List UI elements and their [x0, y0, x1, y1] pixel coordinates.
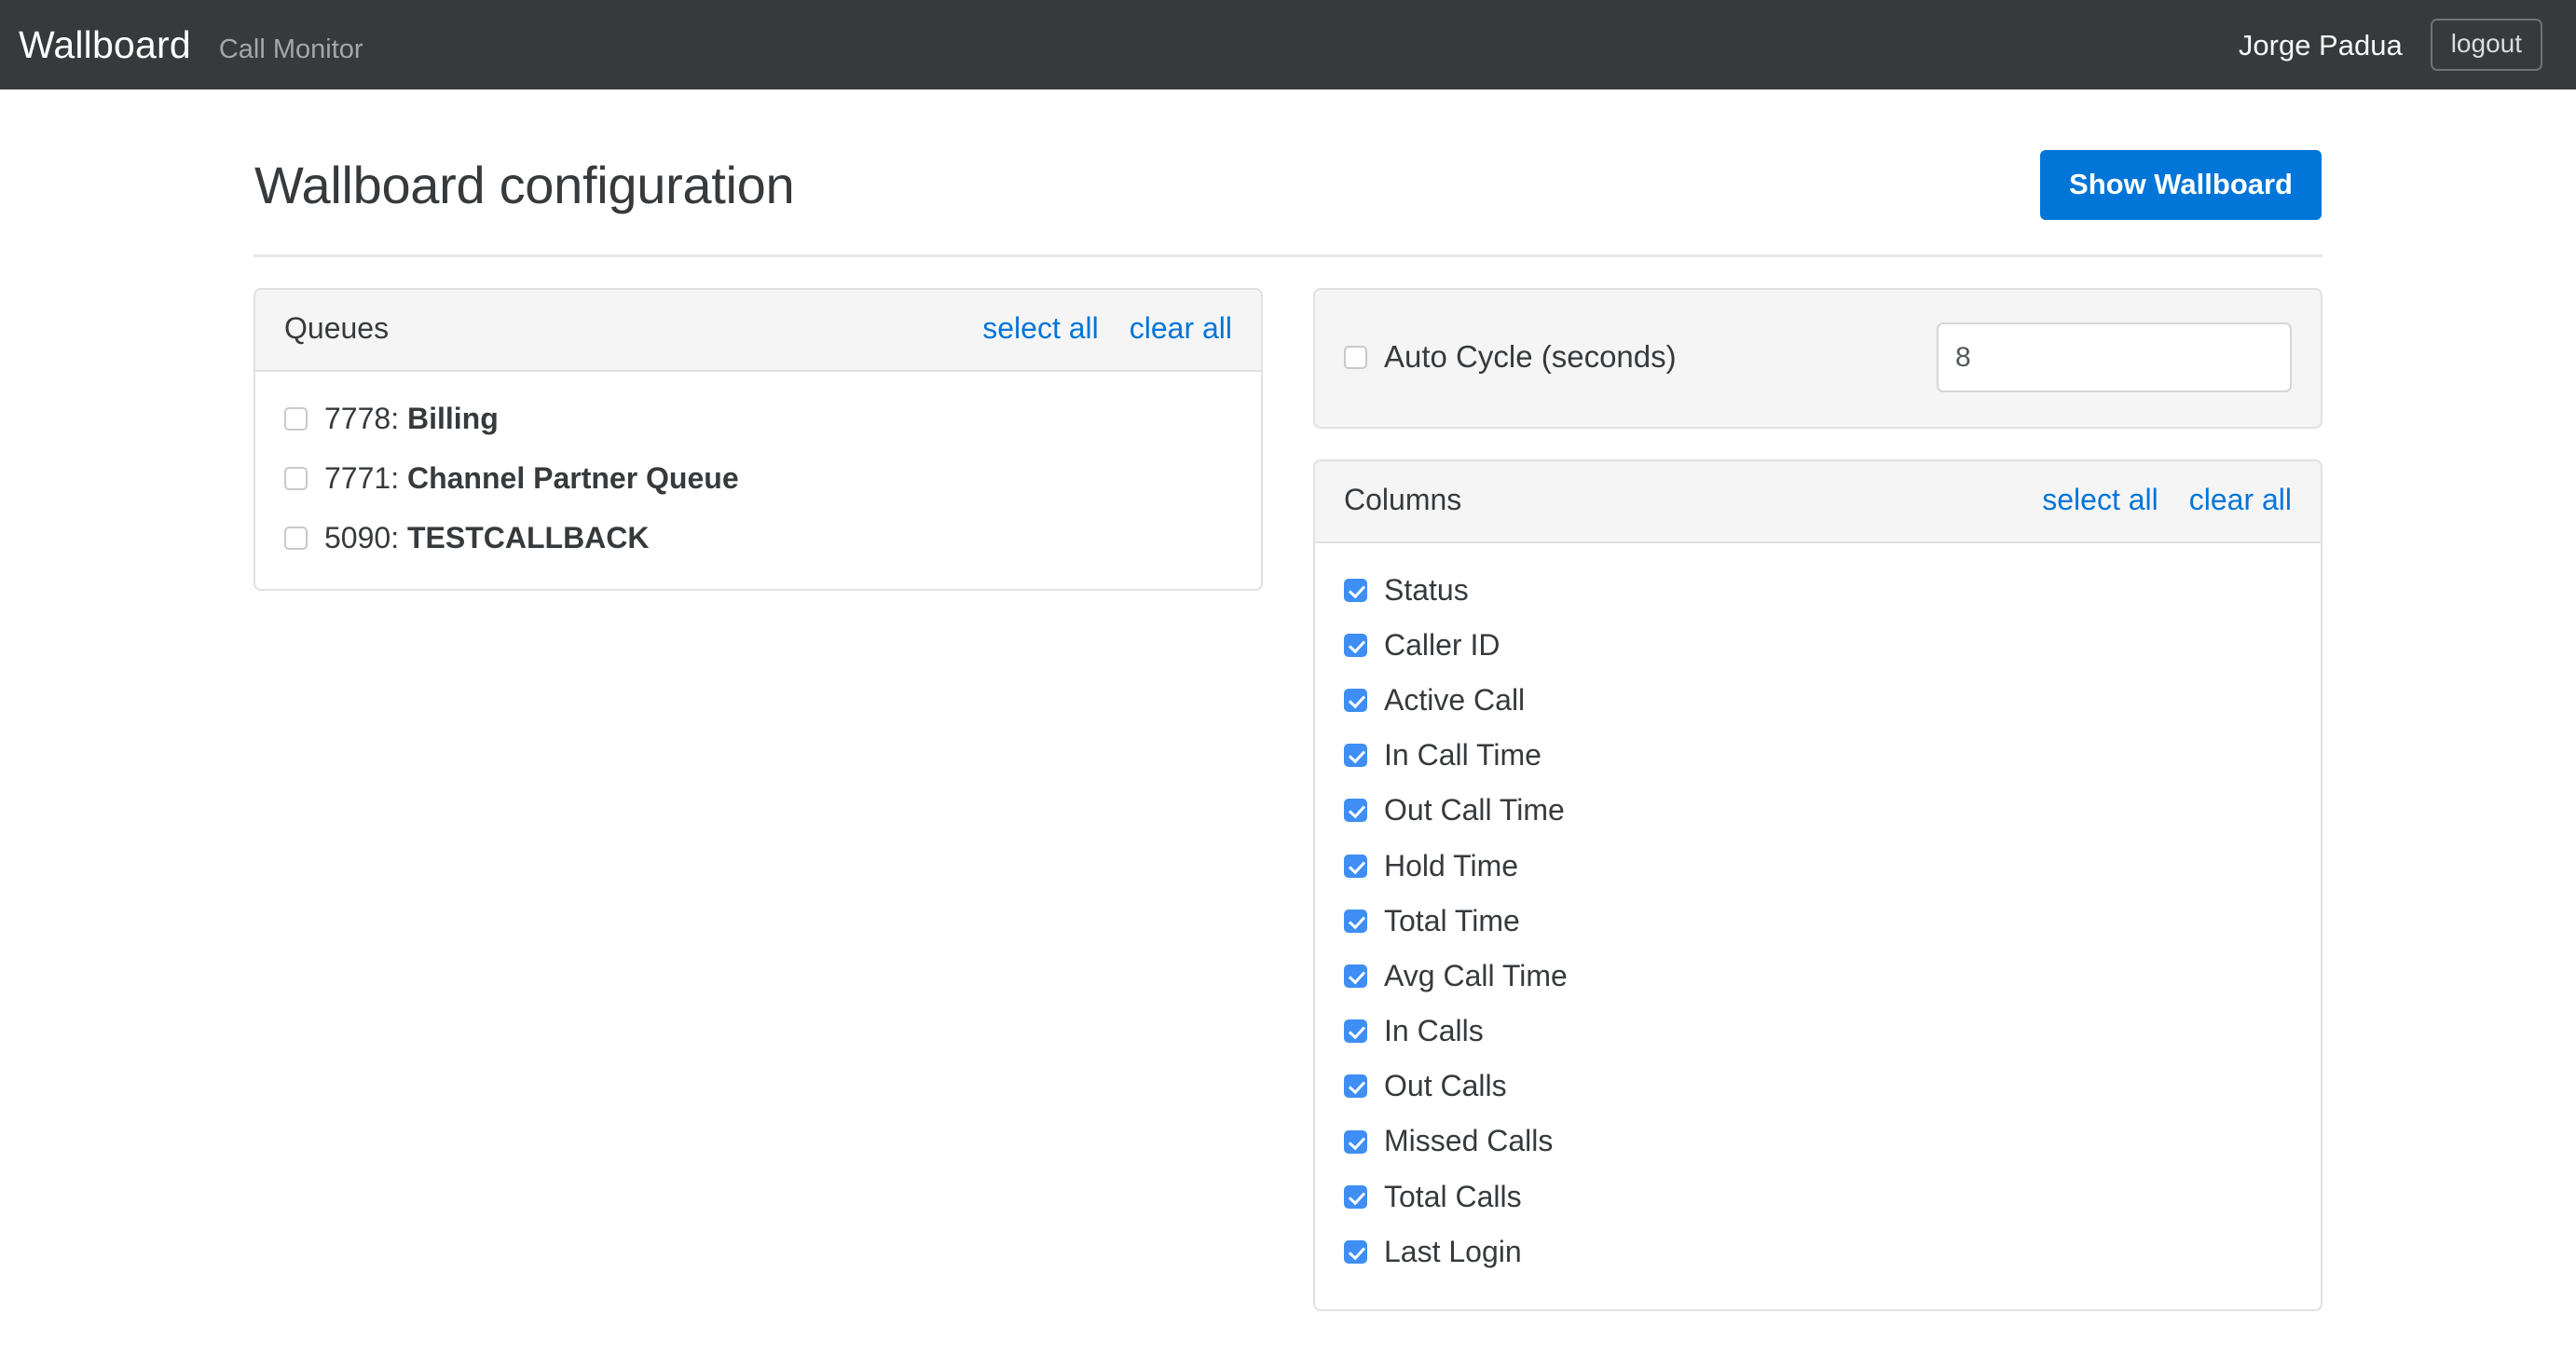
queues-card: Queues select all clear all 7778: Billin… — [253, 288, 1263, 592]
column-item-label: Total Calls — [1384, 1179, 1522, 1213]
columns-card: Columns select all clear all Status Call… — [1313, 459, 2323, 1312]
column-checkbox-icon[interactable] — [1344, 578, 1367, 602]
column-item-label: Active Call — [1384, 682, 1526, 717]
queue-item-label: 7771: Channel Partner Queue — [324, 460, 739, 495]
column-list-item[interactable]: In Call Time — [1344, 735, 2292, 775]
column-list-item[interactable]: Caller ID — [1344, 625, 2292, 665]
column-list-item[interactable]: Avg Call Time — [1344, 956, 2292, 996]
column-checkbox-icon[interactable] — [1344, 964, 1367, 988]
page-container: Wallboard configuration Show Wallboard Q… — [253, 89, 2323, 1312]
config-grid: Queues select all clear all 7778: Billin… — [253, 288, 2323, 1312]
column-list-item[interactable]: Out Call Time — [1344, 790, 2292, 830]
column-checkbox-icon[interactable] — [1344, 633, 1367, 657]
columns-card-body: Status Caller ID Active Call In Call Tim… — [1315, 543, 2321, 1309]
right-column: Auto Cycle (seconds) Columns select all … — [1313, 288, 2323, 1312]
navbar-right-group: Jorge Padua logout — [2239, 19, 2542, 71]
column-checkbox-icon[interactable] — [1344, 909, 1367, 933]
column-list-item[interactable]: Last Login — [1344, 1232, 2292, 1272]
column-item-label: In Calls — [1384, 1014, 1484, 1048]
header-divider — [253, 254, 2323, 257]
queue-list-item[interactable]: 7771: Channel Partner Queue — [284, 458, 1232, 499]
column-checkbox-icon[interactable] — [1344, 1074, 1367, 1099]
queue-checkbox-icon[interactable] — [284, 527, 308, 551]
column-checkbox-icon[interactable] — [1344, 1184, 1367, 1209]
columns-select-all-link[interactable]: select all — [2042, 481, 2158, 520]
queue-list-item[interactable]: 5090: TESTCALLBACK — [284, 518, 1232, 558]
column-item-label: Last Login — [1384, 1234, 1522, 1268]
column-checkbox-icon[interactable] — [1344, 1239, 1367, 1264]
queues-card-header: Queues select all clear all — [255, 290, 1261, 372]
show-wallboard-button[interactable]: Show Wallboard — [2040, 150, 2322, 220]
column-list-item[interactable]: Status — [1344, 570, 2292, 610]
top-navbar: Wallboard Call Monitor Jorge Padua logou… — [0, 0, 2576, 89]
brand-logo-link[interactable]: Wallboard — [19, 25, 191, 64]
column-item-label: Out Call Time — [1384, 793, 1565, 828]
columns-clear-all-link[interactable]: clear all — [2189, 481, 2292, 520]
column-item-label: Caller ID — [1384, 627, 1500, 662]
columns-actions: select all clear all — [2042, 481, 2292, 520]
auto-cycle-label: Auto Cycle (seconds) — [1384, 339, 1677, 375]
column-list-item[interactable]: Total Time — [1344, 901, 2292, 941]
auto-cycle-checkbox-icon[interactable] — [1344, 345, 1367, 369]
column-list-item[interactable]: Out Calls — [1344, 1066, 2292, 1106]
queues-actions: select all clear all — [982, 309, 1232, 349]
column-list-item[interactable]: Total Calls — [1344, 1177, 2292, 1217]
column-checkbox-icon[interactable] — [1344, 689, 1367, 713]
columns-card-header: Columns select all clear all — [1315, 461, 2321, 543]
column-checkbox-icon[interactable] — [1344, 744, 1367, 768]
column-item-label: Hold Time — [1384, 848, 1519, 882]
column-item-label: Status — [1384, 572, 1469, 607]
queue-item-label: 7778: Billing — [324, 401, 499, 435]
left-column: Queues select all clear all 7778: Billin… — [253, 288, 1263, 592]
page-title: Wallboard configuration — [254, 155, 795, 214]
column-list-item[interactable]: Hold Time — [1344, 846, 2292, 886]
column-list-item[interactable]: In Calls — [1344, 1011, 2292, 1051]
column-checkbox-icon[interactable] — [1344, 1129, 1367, 1154]
column-item-label: Missed Calls — [1384, 1124, 1554, 1158]
column-item-label: Avg Call Time — [1384, 958, 1568, 992]
auto-cycle-toggle[interactable]: Auto Cycle (seconds) — [1344, 337, 1677, 377]
column-checkbox-icon[interactable] — [1344, 799, 1367, 823]
column-list-item[interactable]: Active Call — [1344, 680, 2292, 720]
auto-cycle-seconds-input[interactable] — [1937, 322, 2292, 392]
column-list-item[interactable]: Missed Calls — [1344, 1121, 2292, 1161]
queues-clear-all-link[interactable]: clear all — [1130, 309, 1232, 349]
queue-list-item[interactable]: 7778: Billing — [284, 399, 1232, 439]
logout-button[interactable]: logout — [2430, 19, 2542, 71]
user-name-label: Jorge Padua — [2238, 28, 2403, 62]
navbar-left-group: Wallboard Call Monitor — [19, 25, 363, 64]
page-header: Wallboard configuration Show Wallboard — [253, 150, 2323, 220]
column-item-label: Out Calls — [1384, 1069, 1507, 1103]
column-item-label: Total Time — [1384, 903, 1520, 937]
auto-cycle-panel: Auto Cycle (seconds) — [1313, 288, 2323, 429]
queues-card-body: 7778: Billing 7771: Channel Partner Queu… — [255, 372, 1261, 590]
nav-item-call-monitor[interactable]: Call Monitor — [219, 35, 363, 63]
columns-title: Columns — [1344, 483, 1462, 516]
column-item-label: In Call Time — [1384, 738, 1541, 773]
queue-checkbox-icon[interactable] — [284, 406, 308, 431]
queue-checkbox-icon[interactable] — [284, 466, 308, 490]
queues-title: Queues — [284, 311, 390, 345]
queue-item-label: 5090: TESTCALLBACK — [324, 520, 650, 554]
column-checkbox-icon[interactable] — [1344, 854, 1367, 878]
column-checkbox-icon[interactable] — [1344, 1019, 1367, 1044]
queues-select-all-link[interactable]: select all — [982, 309, 1099, 349]
